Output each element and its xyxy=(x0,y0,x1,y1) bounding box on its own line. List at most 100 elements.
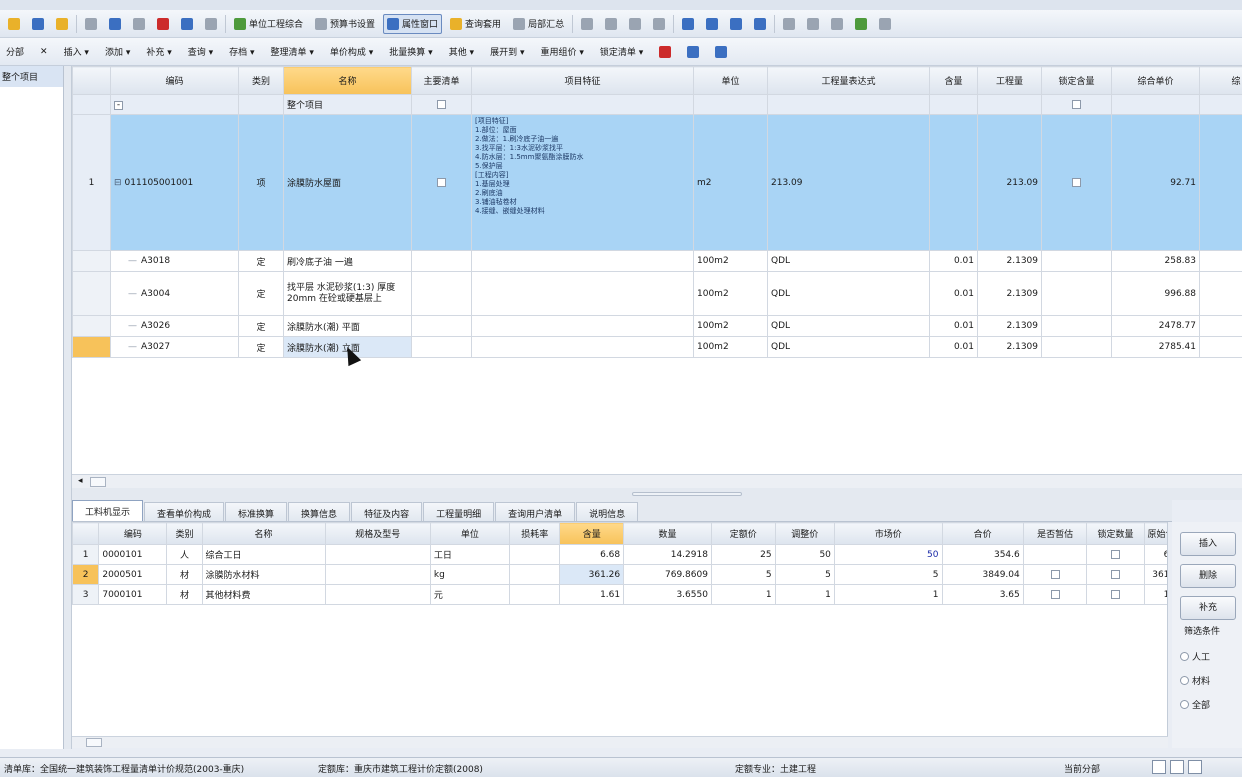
type-cell[interactable]: 定 xyxy=(238,336,284,358)
qty-cell[interactable]: 3.6550 xyxy=(623,584,712,605)
unit-project-summary-button[interactable]: 单位工程综合 xyxy=(230,14,307,34)
partial-summary-button[interactable]: 局部汇总 xyxy=(509,14,568,34)
market-price-cell[interactable]: 50 xyxy=(833,544,943,565)
qty-cell[interactable]: 2.1309 xyxy=(977,250,1042,272)
content-cell[interactable]: 6.68 xyxy=(559,544,625,565)
save-button[interactable] xyxy=(28,14,48,34)
col-qty[interactable]: 数量 xyxy=(623,522,712,545)
type-cell[interactable]: 定 xyxy=(238,271,284,316)
add-menu[interactable]: 添加 ▾ xyxy=(101,42,134,62)
filter-all-radio[interactable]: 全部 xyxy=(1180,698,1210,711)
name-cell[interactable]: 刷冷底子油 一遍 xyxy=(283,250,412,272)
resource-row[interactable]: 2 2000501 材 涂膜防水材料 kg 361.26 769.8609 5 … xyxy=(72,564,1167,585)
qty-cell[interactable]: 2.1309 xyxy=(977,315,1042,337)
code-cell[interactable]: — A3004 xyxy=(110,271,239,316)
resource-row[interactable]: 1 0000101 人 综合工日 工日 6.68 14.2918 25 50 5… xyxy=(72,544,1167,565)
query-menu[interactable]: 查询 ▾ xyxy=(184,42,217,62)
col-qty[interactable]: 工程量 xyxy=(977,66,1042,95)
type-cell[interactable]: 材 xyxy=(166,584,203,605)
col-content[interactable]: 含量 xyxy=(559,522,625,545)
move-down-button[interactable] xyxy=(702,14,722,34)
next-record-button[interactable] xyxy=(625,14,645,34)
total-cell[interactable]: 354.6 xyxy=(941,544,1024,565)
scroll-thumb[interactable] xyxy=(86,738,102,747)
orig-content-cell[interactable]: 6.6 xyxy=(1143,544,1167,565)
col-unit[interactable]: 单位 xyxy=(429,522,510,545)
price-cell[interactable]: 258.83 xyxy=(1111,250,1200,272)
table-row[interactable]: — A3004 定 找平层 水泥砂浆(1:3) 厚度20mm 在砼或硬基层上 10… xyxy=(72,271,1242,316)
type-cell[interactable]: 材 xyxy=(166,564,203,585)
lock-qty-cell[interactable] xyxy=(1086,564,1145,585)
checkbox[interactable] xyxy=(1072,99,1081,109)
name-cell[interactable]: 涂膜防水(潮) 平面 xyxy=(283,315,412,337)
level-down-button[interactable] xyxy=(750,14,770,34)
unit-cell[interactable]: 工日 xyxy=(429,544,510,565)
zoom-icon[interactable] xyxy=(1188,760,1202,774)
col-lock-qty[interactable]: 锁定数量 xyxy=(1086,522,1145,545)
qty-cell[interactable]: 14.2918 xyxy=(623,544,712,565)
loss-cell[interactable] xyxy=(508,584,561,605)
close-tree-button[interactable]: ✕ xyxy=(36,42,52,62)
checkbox[interactable] xyxy=(1050,589,1060,599)
name-cell[interactable]: 综合工日 xyxy=(201,544,326,565)
code-cell[interactable]: — A3026 xyxy=(110,315,239,337)
lock-list-menu[interactable]: 锁定清单 ▾ xyxy=(596,42,647,62)
content-cell[interactable]: 0.01 xyxy=(929,315,978,337)
col-code[interactable]: 编码 xyxy=(98,522,168,545)
col-unit[interactable]: 单位 xyxy=(693,66,768,95)
col-main-list[interactable]: 主要清单 xyxy=(411,66,472,95)
checkbox[interactable] xyxy=(1072,177,1081,187)
cut-button[interactable] xyxy=(81,14,101,34)
checkbox[interactable] xyxy=(1050,569,1060,579)
expr-cell[interactable]: QDL xyxy=(767,271,930,316)
prev-record-button[interactable] xyxy=(601,14,621,34)
content-cell[interactable]: 0.01 xyxy=(929,271,978,316)
report-button[interactable] xyxy=(851,14,871,34)
scroll-thumb[interactable] xyxy=(90,477,106,487)
lock-qty-cell[interactable] xyxy=(1086,584,1145,605)
type-cell[interactable]: 人 xyxy=(166,544,203,565)
name-cell[interactable]: 其他材料费 xyxy=(201,584,326,605)
grid-horizontal-scrollbar[interactable]: ◂ xyxy=(72,474,1242,488)
unit-cell[interactable]: 100m2 xyxy=(693,315,768,337)
lock-cell[interactable] xyxy=(1041,94,1112,115)
tab-notes[interactable]: 说明信息 xyxy=(576,502,639,521)
market-price-cell[interactable]: 1 xyxy=(833,584,943,605)
resource-horizontal-scrollbar[interactable] xyxy=(72,736,1168,748)
unit-cell[interactable]: kg xyxy=(429,564,510,585)
qty-cell[interactable]: 213.09 xyxy=(977,114,1042,251)
content-cell[interactable]: 0.01 xyxy=(929,250,978,272)
property-window-button[interactable]: 属性窗口 xyxy=(383,13,443,34)
col-lock-content[interactable]: 锁定含量 xyxy=(1041,66,1112,95)
code-cell[interactable]: ⊟ 011105001001 xyxy=(110,114,239,251)
col-content[interactable]: 含量 xyxy=(929,66,978,95)
reuse-price-menu[interactable]: 重用组价 ▾ xyxy=(536,42,587,62)
qty-cell[interactable]: 769.8609 xyxy=(623,564,712,585)
type-cell[interactable]: 定 xyxy=(238,250,284,272)
lock-cell[interactable] xyxy=(1041,114,1112,251)
expand-to-menu[interactable]: 展开到 ▾ xyxy=(486,42,528,62)
col-unit-price[interactable]: 综合单价 xyxy=(1111,66,1200,95)
total-cell[interactable]: 3849.04 xyxy=(941,564,1024,585)
paste-button[interactable] xyxy=(129,14,149,34)
col-type[interactable]: 类别 xyxy=(166,522,203,545)
tab-price-composition[interactable]: 查看单价构成 xyxy=(144,502,225,521)
unit-cell[interactable]: m2 xyxy=(693,114,768,251)
tab-labor-material[interactable]: 工料机显示 xyxy=(72,500,144,521)
content-cell[interactable]: 0.01 xyxy=(929,336,978,358)
collapse-icon[interactable]: ⊟ xyxy=(114,178,122,188)
col-type[interactable]: 类别 xyxy=(238,66,284,95)
delete-button[interactable] xyxy=(153,14,173,34)
col-feature[interactable]: 项目特征 xyxy=(471,66,694,95)
name-cell[interactable]: 涂膜防水屋面 xyxy=(283,114,412,251)
col-adj-price[interactable]: 调整价 xyxy=(774,522,835,545)
type-cell[interactable]: 定 xyxy=(238,315,284,337)
col-code[interactable]: 编码 xyxy=(110,66,239,95)
scroll-left-icon[interactable]: ◂ xyxy=(78,476,83,486)
main-list-cell[interactable] xyxy=(411,94,472,115)
archive-menu[interactable]: 存档 ▾ xyxy=(225,42,258,62)
name-cell[interactable]: 找平层 水泥砂浆(1:3) 厚度20mm 在砼或硬基层上 xyxy=(283,271,412,316)
col-name[interactable]: 名称 xyxy=(201,522,326,545)
table-row[interactable]: — A3018 定 刷冷底子油 一遍 100m2 QDL 0.01 2.1309 … xyxy=(72,250,1242,272)
last-record-button[interactable] xyxy=(649,14,669,34)
